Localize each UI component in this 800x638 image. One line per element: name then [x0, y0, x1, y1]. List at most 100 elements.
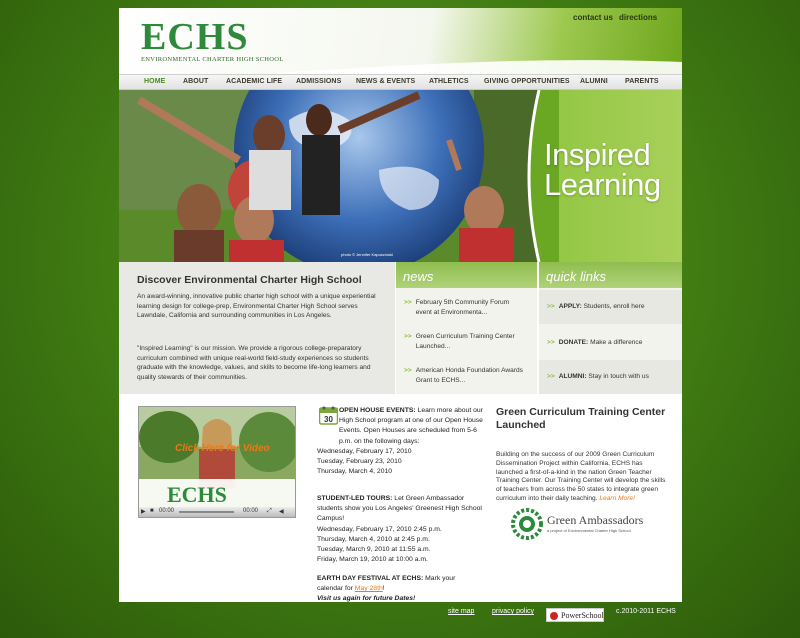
tagline-line-1: Inspired [544, 137, 651, 172]
powerschool-logo-icon [550, 612, 558, 620]
green-curriculum-section: Green Curriculum Training Center Launche… [496, 406, 666, 504]
video-controls: ▶ ■ 00:00 00:00 ⤢ ◀ [139, 507, 295, 517]
nav-item-news-events[interactable]: NEWS & EVENTS [356, 78, 415, 85]
nav-item-parents[interactable]: PARENTS [625, 78, 659, 85]
green-ambassadors-tagline: a project of Environmental Charter High … [547, 528, 631, 533]
powerschool-label: PowerSchool [561, 611, 604, 620]
double-chevron-icon: >> [547, 303, 555, 310]
double-chevron-icon: >> [547, 339, 555, 346]
privacy-policy-link[interactable]: privacy policy [492, 608, 534, 615]
directions-link[interactable]: directions [619, 13, 657, 22]
green-curriculum-body: Building on the success of our 2009 Gree… [496, 451, 666, 504]
quick-link-desc: Make a difference [590, 339, 643, 346]
open-house-block: OPEN HOUSE EVENTS: Learn more about our … [317, 406, 483, 477]
green-ambassadors-emblem-icon [511, 508, 543, 540]
video-play-overlay[interactable]: Click Here for Video [175, 443, 270, 454]
earth-day-label: EARTH DAY FESTIVAL AT ECHS: [317, 575, 424, 582]
news-item-text: American Honda Foundation Awards Grant t… [415, 367, 523, 384]
play-icon[interactable]: ▶ [141, 508, 146, 515]
quick-link-apply[interactable]: >> APPLY: Students, enroll here [539, 290, 682, 324]
quick-link-desc: Stay in touch with us [588, 373, 649, 380]
discover-paragraph-2: "Inspired Learning" is our mission. We p… [137, 345, 371, 381]
video-time-total: 00:00 [243, 508, 259, 514]
video-thumbnail[interactable]: Click Here for Video ECHS [139, 407, 295, 507]
nav-item-home[interactable]: HOME [144, 78, 165, 85]
discover-title: Discover Environmental Charter High Scho… [137, 274, 362, 286]
tagline-line-2: Learning [544, 167, 661, 202]
page-container: ECHS ENVIRONMENTAL CHARTER HIGH SCHOOL c… [119, 8, 682, 602]
news-item-text: February 5th Community Forum event at En… [415, 299, 510, 316]
stop-icon[interactable]: ■ [150, 508, 154, 514]
hero-banner: Inspired Learning photo © Jennifer Kapus… [119, 90, 682, 262]
discover-section: Discover Environmental Charter High Scho… [119, 262, 395, 394]
quick-links-heading-bar: quick links [539, 262, 682, 288]
nav-item-admissions[interactable]: ADMISSIONS [296, 78, 341, 85]
open-house-date: Wednesday, February 17, 2010 [317, 447, 412, 455]
green-ambassadors-name: Green Ambassadors [547, 513, 644, 527]
quick-links-panel: quick links >> APPLY: Students, enroll he… [539, 262, 682, 394]
photo-credit: photo © Jennifer Kapuscinski [341, 252, 393, 257]
quick-link-label: APPLY: [558, 303, 582, 310]
copyright-text: c.2010-2011 ECHS [616, 608, 676, 615]
open-house-date: Tuesday, February 23, 2010 [317, 458, 402, 466]
quick-link-donate[interactable]: >> DONATE: Make a difference [539, 326, 682, 360]
logo-wordmark: ECHS [141, 16, 249, 58]
double-chevron-icon: >> [404, 299, 412, 306]
hero-students-photo [119, 90, 539, 262]
quick-link-label: ALUMNI: [558, 373, 587, 380]
quick-link-label: DONATE: [558, 339, 589, 346]
video-progress-track[interactable] [179, 511, 234, 513]
main-nav: HOME ABOUT ACADEMIC LIFE ADMISSIONS NEWS… [119, 74, 682, 90]
open-house-date: Thursday, March 4, 2010 [317, 468, 393, 476]
quick-link-desc: Students, enroll here [583, 303, 645, 310]
nav-item-alumni[interactable]: ALUMNI [580, 78, 608, 85]
nav-item-academic-life[interactable]: ACADEMIC LIFE [226, 78, 282, 85]
double-chevron-icon: >> [547, 373, 555, 380]
news-item-text: Green Curriculum Training Center Launche… [415, 333, 515, 350]
earth-day-block: EARTH DAY FESTIVAL AT ECHS: Mark your ca… [317, 574, 483, 605]
learn-more-link[interactable]: Learn More! [599, 495, 635, 502]
logo-subtitle: ENVIRONMENTAL CHARTER HIGH SCHOOL [141, 56, 284, 63]
hero-tagline: Inspired Learning [544, 137, 661, 202]
volume-icon[interactable]: ◀ [279, 508, 284, 515]
double-chevron-icon: >> [404, 367, 412, 374]
news-panel: news >> February 5th Community Forum even… [396, 262, 537, 394]
green-ambassadors-logo[interactable]: Green Ambassadors a project of Environme… [511, 508, 661, 540]
discover-paragraph-1: An award-winning, innovative public char… [137, 293, 376, 320]
open-house-label: OPEN HOUSE EVENTS: [339, 407, 416, 414]
tours-label: STUDENT-LED TOURS: [317, 495, 393, 502]
news-item[interactable]: >> February 5th Community Forum event at … [404, 298, 532, 317]
nav-item-athletics[interactable]: ATHLETICS [429, 78, 469, 85]
school-logo[interactable]: ECHS ENVIRONMENTAL CHARTER HIGH SCHOOL [141, 18, 284, 63]
nav-item-about[interactable]: ABOUT [183, 78, 208, 85]
tours-block: STUDENT-LED TOURS: Let Green Ambassador … [317, 494, 483, 565]
news-item[interactable]: >> American Honda Foundation Awards Grant… [404, 366, 532, 385]
green-curriculum-title[interactable]: Green Curriculum Training Center Launche… [496, 406, 666, 431]
contact-us-link[interactable]: contact us [573, 13, 613, 22]
video-time-elapsed: 00:00 [159, 508, 175, 514]
news-heading: news [403, 269, 434, 284]
quick-links-heading: quick links [546, 269, 606, 284]
double-chevron-icon: >> [404, 333, 412, 340]
video-player[interactable]: Click Here for Video ECHS ▶ ■ 00:00 00:0… [138, 406, 296, 518]
quick-link-alumni-text: >> ALUMNI: Stay in touch with us [547, 373, 649, 380]
news-item[interactable]: >> Green Curriculum Training Center Launc… [404, 332, 532, 351]
earth-day-end: ! [382, 585, 385, 593]
powerschool-button[interactable]: PowerSchool [546, 608, 604, 622]
quick-link-donate-text: >> DONATE: Make a difference [547, 339, 642, 346]
fullscreen-icon[interactable]: ⤢ [267, 508, 272, 515]
nav-item-giving-opportunities[interactable]: GIVING OPPORTUNITIES [484, 78, 570, 85]
quick-link-apply-text: >> APPLY: Students, enroll here [547, 303, 645, 310]
tour-date: Tuesday, March 9, 2010 at 11:55 a.m. [317, 546, 431, 554]
video-logo: ECHS [167, 482, 227, 507]
quick-link-alumni[interactable]: >> ALUMNI: Stay in touch with us [539, 360, 682, 394]
site-header: ECHS ENVIRONMENTAL CHARTER HIGH SCHOOL c… [119, 8, 682, 74]
tour-date: Wednesday, February 17, 2010 2:45 p.m. [317, 525, 442, 533]
earth-day-date-link[interactable]: May 28th [355, 585, 383, 592]
visit-again-text: Visit us again for future Dates! [317, 595, 416, 603]
tour-date: Thursday, March 4, 2010 at 2:45 p.m. [317, 535, 430, 543]
tour-date: Friday, March 19, 2010 at 10:00 a.m. [317, 556, 428, 564]
site-map-link[interactable]: site map [448, 608, 474, 615]
green-curriculum-text: Building on the success of our 2009 Gree… [496, 451, 666, 502]
news-heading-bar: news [396, 262, 537, 288]
